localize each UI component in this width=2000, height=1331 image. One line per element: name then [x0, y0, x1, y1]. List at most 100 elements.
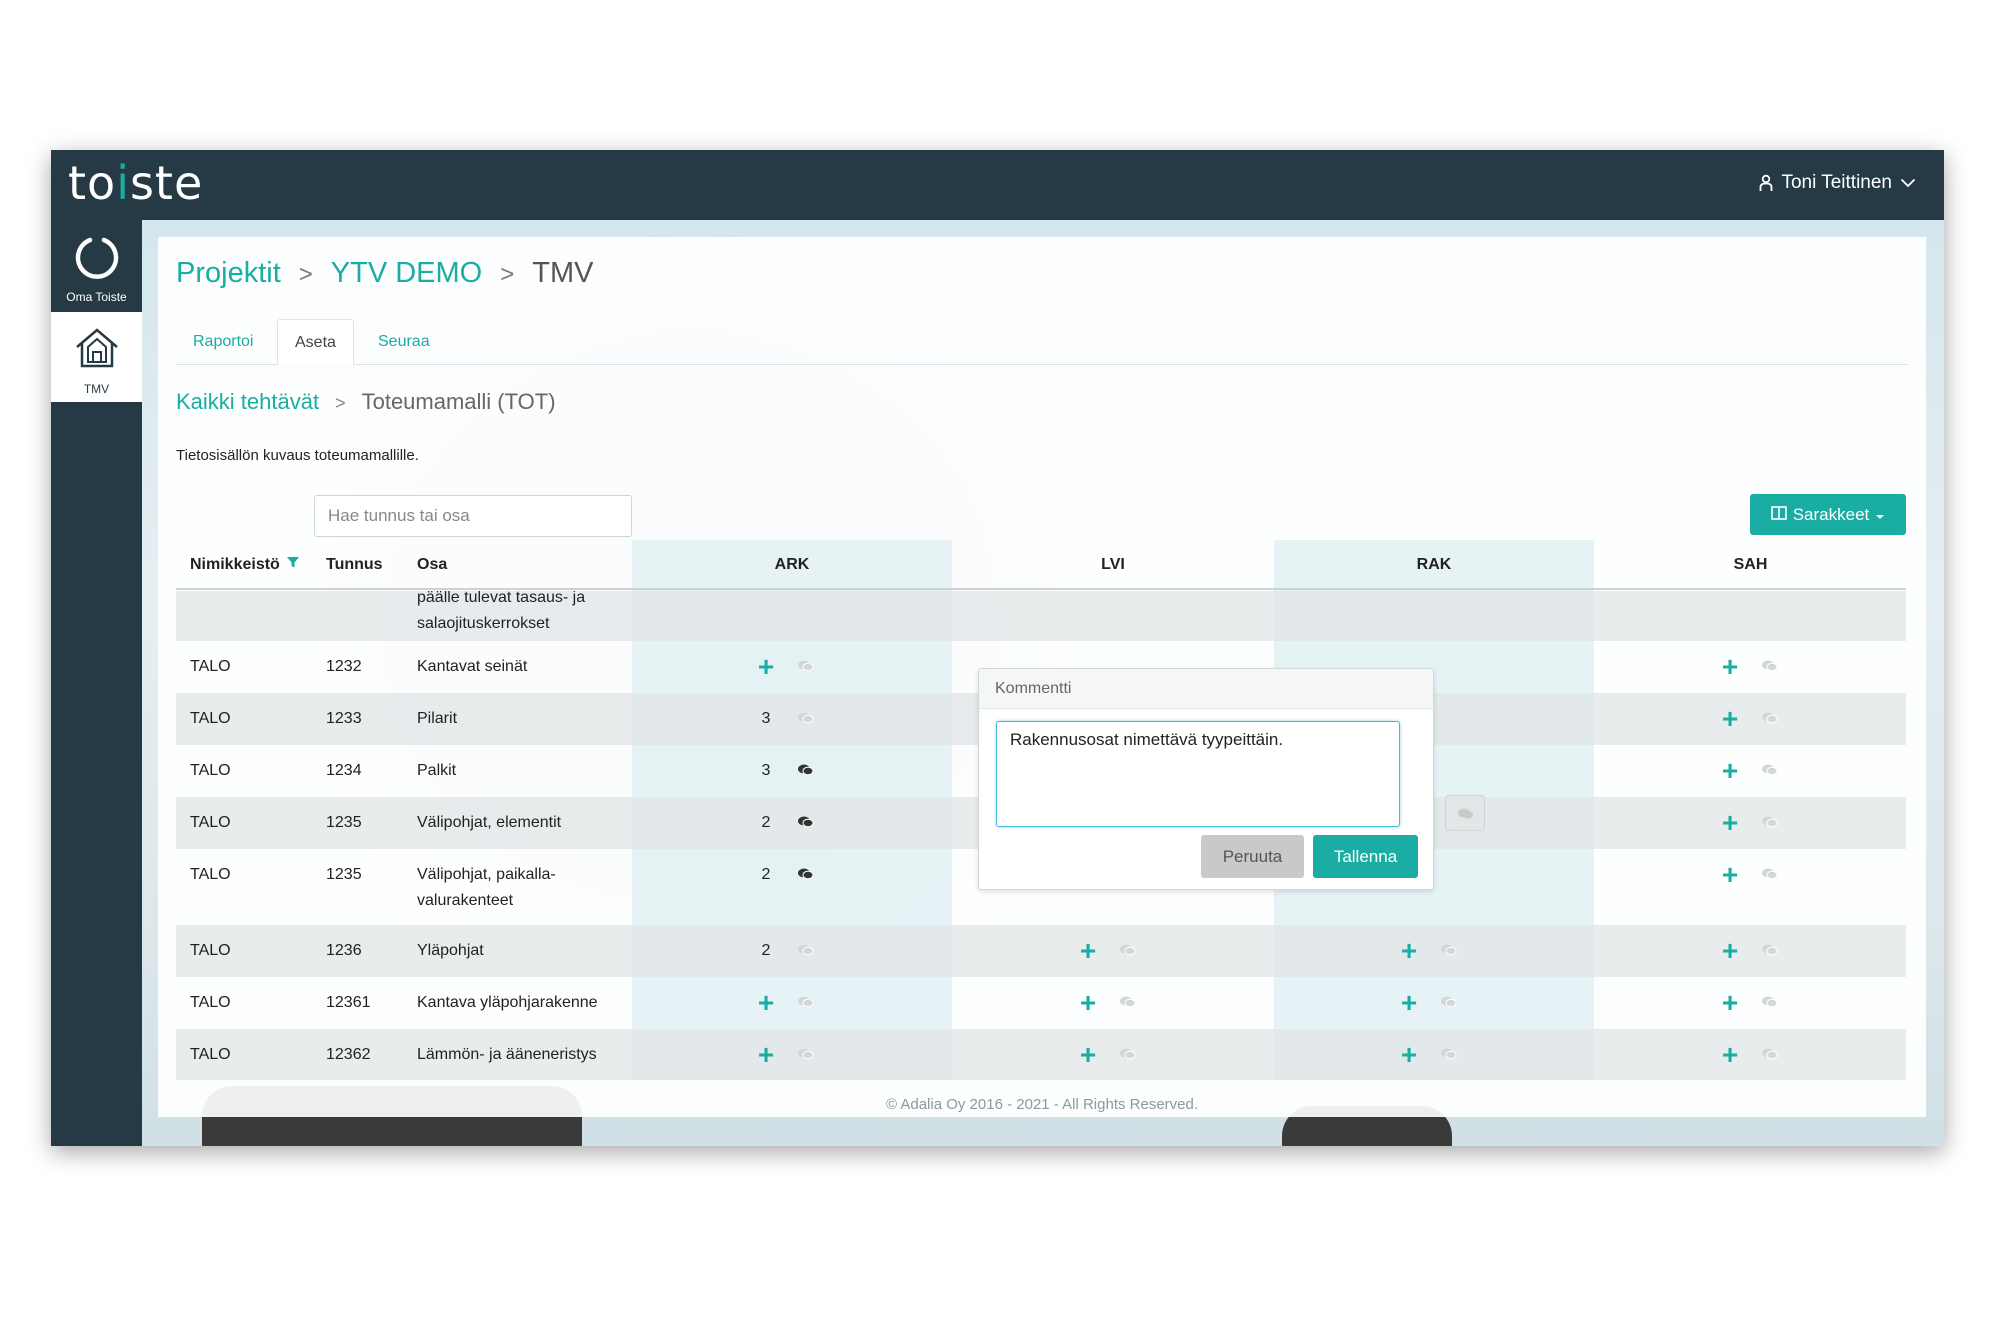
cell-nimikkeisto: TALO	[190, 762, 231, 779]
footer-copyright: © Adalia Oy 2016 - 2021 - All Rights Res…	[885, 1096, 1199, 1113]
add-sah-button[interactable]: +	[1720, 705, 1740, 733]
table-row[interactable]: TALO 1236 Yläpohjat 2 + + +	[176, 925, 1906, 977]
add-ark-button[interactable]: +	[756, 653, 776, 681]
add-lvi-button[interactable]: +	[1078, 937, 1098, 965]
tab-aseta[interactable]: Aseta	[277, 319, 354, 365]
comment-icon[interactable]	[1440, 943, 1458, 957]
comment-icon[interactable]	[1761, 659, 1779, 673]
comment-popup: Kommentti Peruuta Tallenna	[978, 668, 1434, 890]
cell-osa: salaojituskerrokset	[417, 615, 550, 632]
breadcrumb-separator: >	[335, 393, 346, 413]
comment-icon[interactable]	[1761, 943, 1779, 957]
column-header-lvi[interactable]: LVI	[953, 540, 1273, 590]
level-ark-value[interactable]: 3	[756, 758, 776, 784]
sidebar-item-tmv[interactable]: TMV	[51, 312, 142, 402]
sidebar-item-label: Oma Toiste	[66, 290, 127, 304]
cell-nimikkeisto: TALO	[190, 994, 231, 1011]
cell-tunnus: 1235	[326, 814, 362, 831]
comment-icon[interactable]	[797, 815, 815, 829]
cell-osa: Välipohjat, paikalla-	[417, 866, 556, 883]
level-ark-value[interactable]: 2	[756, 862, 776, 888]
comment-popup-title: Kommentti	[979, 669, 1433, 709]
level-ark-value[interactable]: 2	[756, 810, 776, 836]
add-sah-button[interactable]: +	[1720, 989, 1740, 1017]
cell-tunnus: 12362	[326, 1046, 371, 1063]
columns-button[interactable]: Sarakkeet	[1750, 494, 1906, 535]
caret-down-icon	[1875, 505, 1885, 525]
table-header: Nimikkeistö Tunnus Osa ARK LVI RAK SAH	[176, 540, 1906, 590]
user-icon	[1759, 174, 1773, 192]
comment-icon[interactable]	[797, 711, 815, 725]
add-ark-button[interactable]: +	[756, 1041, 776, 1069]
columns-icon	[1770, 505, 1787, 525]
comment-icon[interactable]	[797, 867, 815, 881]
toiste-logo[interactable]: toiste	[68, 156, 203, 210]
column-header-tunnus[interactable]: Tunnus	[326, 540, 383, 590]
add-sah-button[interactable]: +	[1720, 861, 1740, 889]
comment-toggle-active[interactable]	[1445, 795, 1485, 831]
table-row[interactable]: TALO 12361 Kantava yläpohjarakenne + + + +	[176, 977, 1906, 1029]
tab-raportoi[interactable]: Raportoi	[176, 319, 270, 365]
app-window: toiste Toni Teittinen Oma Toiste TMV Pro…	[51, 150, 1944, 1146]
cell-osa: päälle tulevat tasaus- ja	[417, 591, 586, 606]
cell-nimikkeisto: TALO	[190, 1046, 231, 1063]
add-sah-button[interactable]: +	[1720, 809, 1740, 837]
comment-icon[interactable]	[1761, 867, 1779, 881]
save-button[interactable]: Tallenna	[1313, 835, 1418, 878]
breadcrumb: Projektit > YTV DEMO > TMV	[176, 257, 593, 290]
add-lvi-button[interactable]: +	[1078, 1041, 1098, 1069]
comment-icon[interactable]	[797, 943, 815, 957]
cell-osa: Palkit	[417, 762, 457, 779]
table-row[interactable]: TALO 12362 Lämmön- ja ääneneristys + + + +	[176, 1029, 1906, 1080]
breadcrumb-project[interactable]: YTV DEMO	[331, 257, 482, 290]
comment-icon[interactable]	[1119, 995, 1137, 1009]
breadcrumb-all-tasks[interactable]: Kaikki tehtävät	[176, 389, 319, 415]
add-rak-button[interactable]: +	[1399, 937, 1419, 965]
task-breadcrumb: Kaikki tehtävät > Toteumamalli (TOT)	[176, 389, 556, 415]
column-header-rak[interactable]: RAK	[1274, 540, 1594, 590]
level-ark-value[interactable]: 3	[756, 706, 776, 732]
comment-icon[interactable]	[1761, 711, 1779, 725]
column-header-sah[interactable]: SAH	[1595, 540, 1906, 590]
comment-icon[interactable]	[1761, 815, 1779, 829]
cell-osa: Kantavat seinät	[417, 658, 528, 675]
tab-bar: Raportoi Aseta Seuraa	[176, 319, 1908, 365]
column-header-ark[interactable]: ARK	[632, 540, 952, 590]
comment-icon[interactable]	[1440, 1047, 1458, 1061]
comment-icon[interactable]	[1761, 763, 1779, 777]
comment-icon[interactable]	[1119, 943, 1137, 957]
tab-seuraa[interactable]: Seuraa	[361, 319, 447, 365]
table-row[interactable]: päälle tulevat tasaus- ja salaojituskerr…	[176, 591, 1906, 641]
comment-icon[interactable]	[797, 995, 815, 1009]
comment-icon[interactable]	[797, 659, 815, 673]
add-rak-button[interactable]: +	[1399, 989, 1419, 1017]
breadcrumb-projektit[interactable]: Projektit	[176, 257, 281, 290]
cell-tunnus: 1235	[326, 866, 362, 883]
filter-icon[interactable]	[286, 540, 300, 590]
sidebar-item-oma-toiste[interactable]: Oma Toiste	[51, 220, 142, 310]
comment-icon[interactable]	[797, 763, 815, 777]
add-rak-button[interactable]: +	[1399, 1041, 1419, 1069]
cell-osa: Pilarit	[417, 710, 458, 727]
main-panel: Projektit > YTV DEMO > TMV Raportoi Aset…	[158, 237, 1926, 1117]
cell-tunnus: 1233	[326, 710, 362, 727]
column-header-nimikkeisto[interactable]: Nimikkeistö	[190, 540, 300, 590]
comment-textarea[interactable]	[996, 721, 1400, 827]
search-input[interactable]	[314, 495, 632, 537]
add-sah-button[interactable]: +	[1720, 653, 1740, 681]
add-ark-button[interactable]: +	[756, 989, 776, 1017]
add-sah-button[interactable]: +	[1720, 1041, 1740, 1069]
column-header-osa[interactable]: Osa	[417, 540, 447, 590]
user-menu[interactable]: Toni Teittinen	[1759, 172, 1916, 194]
add-sah-button[interactable]: +	[1720, 757, 1740, 785]
comment-icon[interactable]	[797, 1047, 815, 1061]
cancel-button[interactable]: Peruuta	[1201, 835, 1304, 878]
comment-icon[interactable]	[1761, 1047, 1779, 1061]
comment-icon[interactable]	[1440, 995, 1458, 1009]
add-sah-button[interactable]: +	[1720, 937, 1740, 965]
level-ark-value[interactable]: 2	[756, 938, 776, 964]
comment-icon[interactable]	[1119, 1047, 1137, 1061]
comment-icon[interactable]	[1761, 995, 1779, 1009]
add-lvi-button[interactable]: +	[1078, 989, 1098, 1017]
cell-osa: Kantava yläpohjarakenne	[417, 994, 598, 1011]
